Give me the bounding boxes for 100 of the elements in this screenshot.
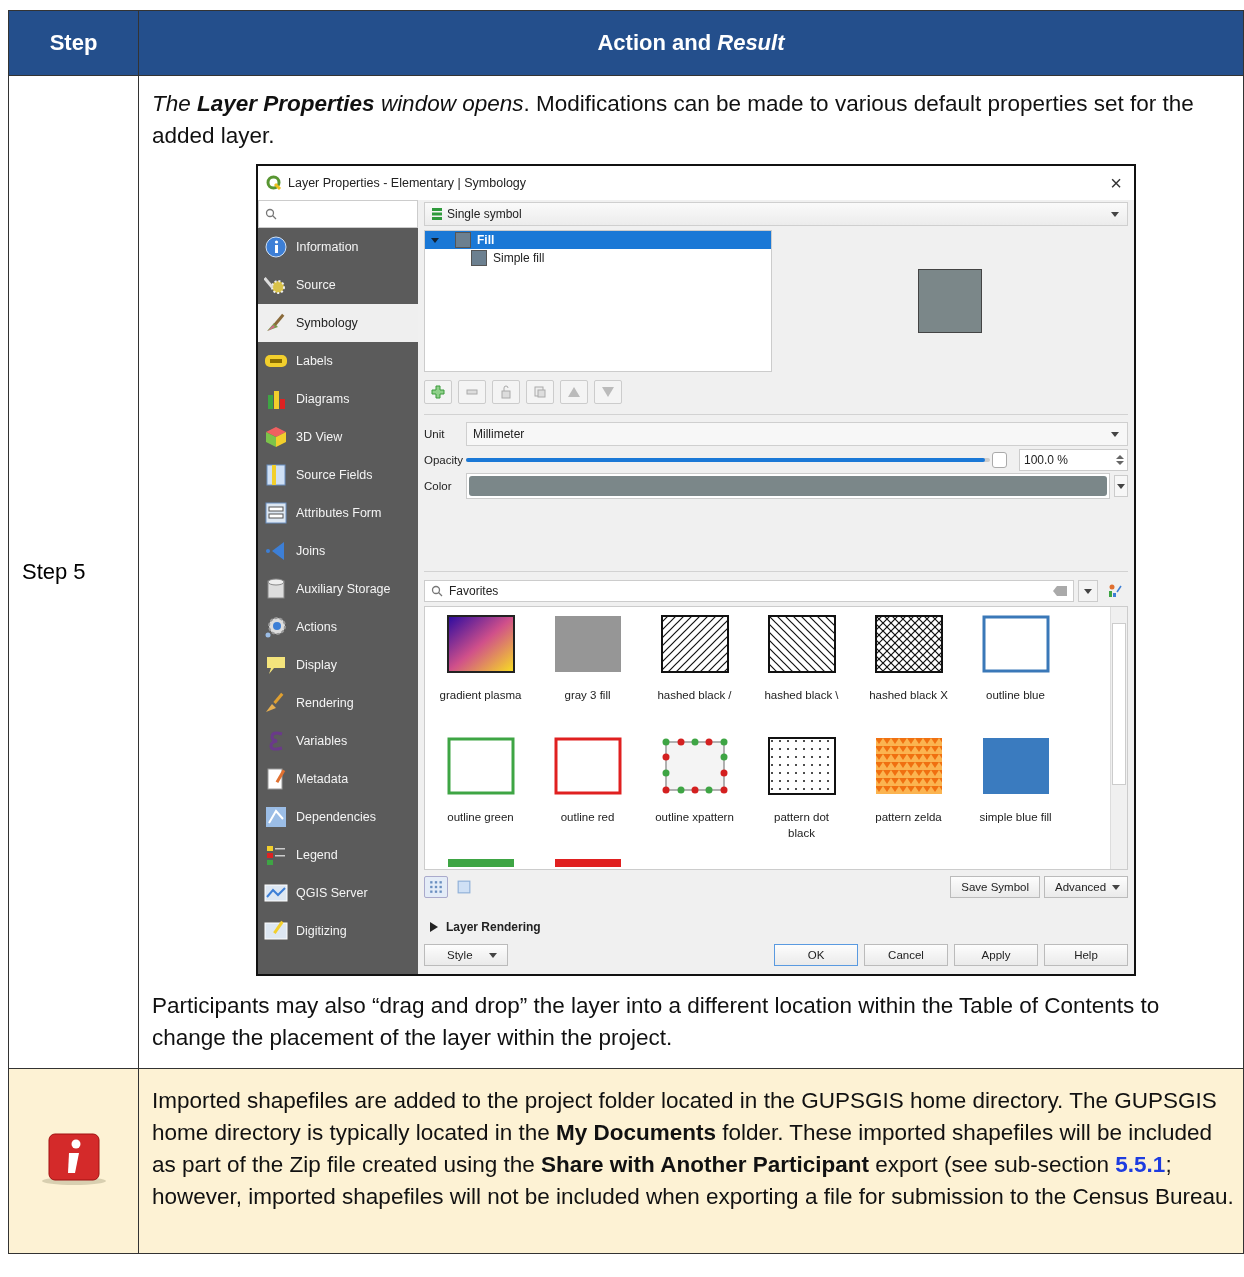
gear-icon [264,615,288,639]
caret-icon [1112,884,1121,890]
symbol-thumbnail-icon [446,737,515,795]
dialog-button[interactable]: Help [1044,944,1128,966]
caret-icon [1117,483,1125,489]
step-label: Step 5 [22,559,86,584]
sidebar-item[interactable]: Labels [258,342,418,380]
save-symbol-button[interactable]: Save Symbol [950,876,1040,898]
opacity-spinbox[interactable]: 100.0 % [1019,449,1128,471]
symbol-item[interactable]: gradient plasma [427,615,534,737]
dropdown-button[interactable] [1078,580,1098,602]
dialog-button[interactable]: OK [774,944,858,966]
grid-icon [429,880,443,894]
table-view-icon [457,880,471,894]
copy-icon [533,385,547,399]
icon-view-button[interactable] [424,876,448,898]
dialog-button[interactable]: Apply [954,944,1038,966]
add-layer-button[interactable] [424,380,452,404]
note-paragraph: Imported shapefiles are added to the project folder located in the GUPSGIS home directory. The GUPSGIS home directory is typically located in the My Documents folder. These imported shapefiles will be included as part of the Zip file created using the Share with Another Participant export (see sub-section 5.5.1; however, imported shapefiles will not be included when exporting a file for submission to the Census Bureau. [152,1087,1235,1211]
window-title: Layer Properties - Elementary | Symbology [288,176,528,190]
style-manager-icon[interactable] [1108,584,1122,598]
sidebar-item[interactable]: Source Fields [258,456,418,494]
symbol-item[interactable]: simple blue fill [962,737,1069,859]
document-pencil-icon [264,767,288,791]
symbol-thumbnail-icon [553,737,622,795]
table-icon [264,463,288,487]
dialog-button[interactable]: Cancel [864,944,948,966]
symbol-thumbnail-icon [660,737,729,795]
symbol-thumbnail-icon [553,615,622,673]
info-icon [264,235,288,259]
sidebar-item[interactable]: Information [258,228,418,266]
lock-button[interactable] [492,380,520,404]
library-search-field[interactable]: Favorites [424,580,1074,602]
sidebar-item[interactable]: Rendering [258,684,418,722]
duplicate-button[interactable] [526,380,554,404]
lock-icon [499,385,513,399]
sidebar-item[interactable]: Joins [258,532,418,570]
style-dropdown[interactable]: Style [424,944,508,966]
tree-item[interactable]: Simple fill [425,249,771,267]
symbol-item[interactable]: hashed black \ [748,615,855,737]
caret-icon [1084,588,1092,594]
scrollbar[interactable] [1110,607,1127,869]
symbol-thumbnail-icon [660,615,729,673]
move-down-button[interactable] [594,380,622,404]
symbol-item[interactable]: pattern zelda [855,737,962,859]
remove-layer-button[interactable] [458,380,486,404]
symbol-thumbnail-icon [767,737,836,795]
sidebar-item[interactable]: 3D View [258,418,418,456]
sidebar-item[interactable]: Source [258,266,418,304]
sidebar-item[interactable]: Metadata [258,760,418,798]
symbol-item[interactable]: pattern dot black [748,737,855,859]
sidebar-item[interactable]: QGIS Server [258,874,418,912]
down-triangle-icon [601,385,615,399]
sidebar-item[interactable]: Variables [258,722,418,760]
symbol-thumbnail-icon [767,615,836,673]
sidebar-item[interactable]: Diagrams [258,380,418,418]
search-field[interactable] [258,200,418,228]
sidebar-item[interactable]: Digitizing [258,912,418,950]
cube-icon [264,425,288,449]
symbol-item[interactable]: outline green [427,737,534,859]
section-header[interactable]: Layer Rendering [424,902,1128,940]
sidebar-item[interactable]: Auxiliary Storage [258,570,418,608]
color-button[interactable] [466,473,1110,499]
symbol-thumbnail-icon [981,737,1050,795]
symbol-item[interactable]: hashed black / [641,615,748,737]
sidebar-item[interactable]: Symbology [258,304,418,342]
caret-icon [1111,431,1119,437]
clear-icon[interactable] [1053,586,1067,596]
pencil-map-icon [264,919,288,943]
sidebar-item[interactable]: Actions [258,608,418,646]
symbol-item[interactable]: outline red [534,737,641,859]
column-header: Step [8,10,139,76]
sidebar-item[interactable]: Display [258,646,418,684]
tree-item[interactable]: Fill [425,231,771,249]
sidebar-item[interactable]: Legend [258,836,418,874]
symbol-preview [918,269,982,333]
expand-triangle-icon [430,922,438,932]
sidebar-item[interactable]: Attributes Form [258,494,418,532]
symbol-item[interactable]: gray 3 fill [534,615,641,737]
close-button[interactable]: × [1106,171,1126,195]
spin-arrows-icon [1116,454,1124,466]
plus-icon [431,385,445,399]
symbol-item[interactable]: hashed black X [855,615,962,737]
renderer-dropdown[interactable]: Single symbol [424,202,1128,226]
sidebar-item[interactable]: Dependencies [258,798,418,836]
advanced-button[interactable]: Advanced [1044,876,1128,898]
column-header: Action and Result [138,10,1244,76]
caret-icon [1111,211,1119,217]
unit-dropdown[interactable]: Millimeter [466,422,1128,446]
opacity-label: Opacity [424,454,462,466]
unit-label: Unit [424,428,446,440]
move-up-button[interactable] [560,380,588,404]
slider-handle[interactable] [992,452,1007,468]
symbol-item[interactable]: outline xpattern [641,737,748,859]
color-menu-button[interactable] [1114,475,1128,497]
symbol-item[interactable]: outline blue [962,615,1069,737]
section-link[interactable]: 5.5.1 [1115,1152,1166,1177]
stack-icon [431,207,443,221]
symbol-thumbnail-icon [874,737,943,795]
app-logo-icon [266,175,282,191]
